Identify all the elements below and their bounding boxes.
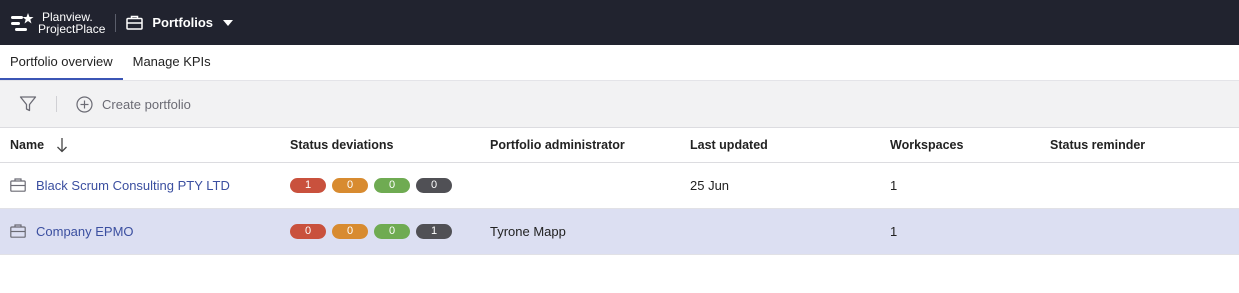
chevron-down-icon[interactable] (223, 19, 234, 26)
top-bar: Planview. ProjectPlace Portfolios (0, 0, 1239, 45)
column-header-status-deviations[interactable]: Status deviations (290, 128, 490, 163)
status-deviations: 1 0 0 0 (290, 177, 490, 193)
planview-logo-icon (11, 12, 34, 31)
toolbar-divider (56, 96, 57, 112)
workspaces-count: 1 (890, 208, 1050, 255)
portfolio-table: Name Status deviations Portfolio adminis… (0, 128, 1239, 255)
module-label: Portfolios (152, 15, 214, 30)
tab-bar: Portfolio overview Manage KPIs (0, 45, 1239, 81)
status-badge-green: 0 (374, 177, 410, 193)
status-reminder (1050, 162, 1239, 209)
create-portfolio-button[interactable]: Create portfolio (76, 95, 191, 113)
status-badge-dark: 1 (416, 223, 452, 239)
status-badge-orange: 0 (332, 177, 368, 193)
topbar-divider (115, 13, 117, 32)
table-header-row: Name Status deviations Portfolio adminis… (0, 128, 1239, 163)
filter-button[interactable] (18, 94, 38, 114)
status-badge-dark: 0 (416, 177, 452, 193)
status-reminder (1050, 208, 1239, 255)
portfolio-administrator (490, 162, 690, 209)
create-portfolio-label: Create portfolio (102, 96, 191, 112)
status-badge-orange: 0 (332, 223, 368, 239)
column-header-name[interactable]: Name (0, 128, 290, 163)
module-switcher[interactable]: Portfolios (126, 15, 234, 30)
logo-line-1: Planview. (42, 9, 93, 24)
portfolio-name-link[interactable]: Black Scrum Consulting PTY LTD (36, 178, 230, 193)
table-row[interactable]: Black Scrum Consulting PTY LTD 1 0 0 0 2… (0, 162, 1239, 209)
portfolio-administrator: Tyrone Mapp (490, 208, 690, 255)
column-header-status-reminder[interactable]: Status reminder (1050, 128, 1239, 163)
portfolio-name-link[interactable]: Company EPMO (36, 224, 134, 239)
briefcase-icon (10, 224, 26, 238)
last-updated (690, 208, 890, 255)
column-header-workspaces[interactable]: Workspaces (890, 128, 1050, 163)
column-header-last-updated[interactable]: Last updated (690, 128, 890, 163)
add-circle-icon (76, 95, 93, 113)
logo-line-2: ProjectPlace (38, 21, 106, 36)
briefcase-icon (126, 15, 144, 30)
planview-projectplace-logo[interactable]: Planview. ProjectPlace (10, 0, 105, 45)
tab-portfolio-overview[interactable]: Portfolio overview (0, 45, 123, 80)
last-updated: 25 Jun (690, 162, 890, 209)
table-row[interactable]: Company EPMO 0 0 0 1 Tyrone Mapp 1 (0, 208, 1239, 255)
briefcase-icon (10, 178, 26, 192)
tab-manage-kpis[interactable]: Manage KPIs (123, 45, 221, 80)
status-badge-red: 0 (290, 223, 326, 239)
column-header-portfolio-administrator[interactable]: Portfolio administrator (490, 128, 690, 163)
workspaces-count: 1 (890, 162, 1050, 209)
status-badge-red: 1 (290, 177, 326, 193)
status-deviations: 0 0 0 1 (290, 223, 490, 239)
logo-text: Planview. ProjectPlace (38, 11, 105, 35)
status-badge-green: 0 (374, 223, 410, 239)
filter-icon (19, 96, 37, 112)
toolbar: Create portfolio (0, 81, 1239, 128)
sort-descending-icon[interactable] (56, 137, 68, 153)
column-header-name-label: Name (10, 137, 45, 152)
